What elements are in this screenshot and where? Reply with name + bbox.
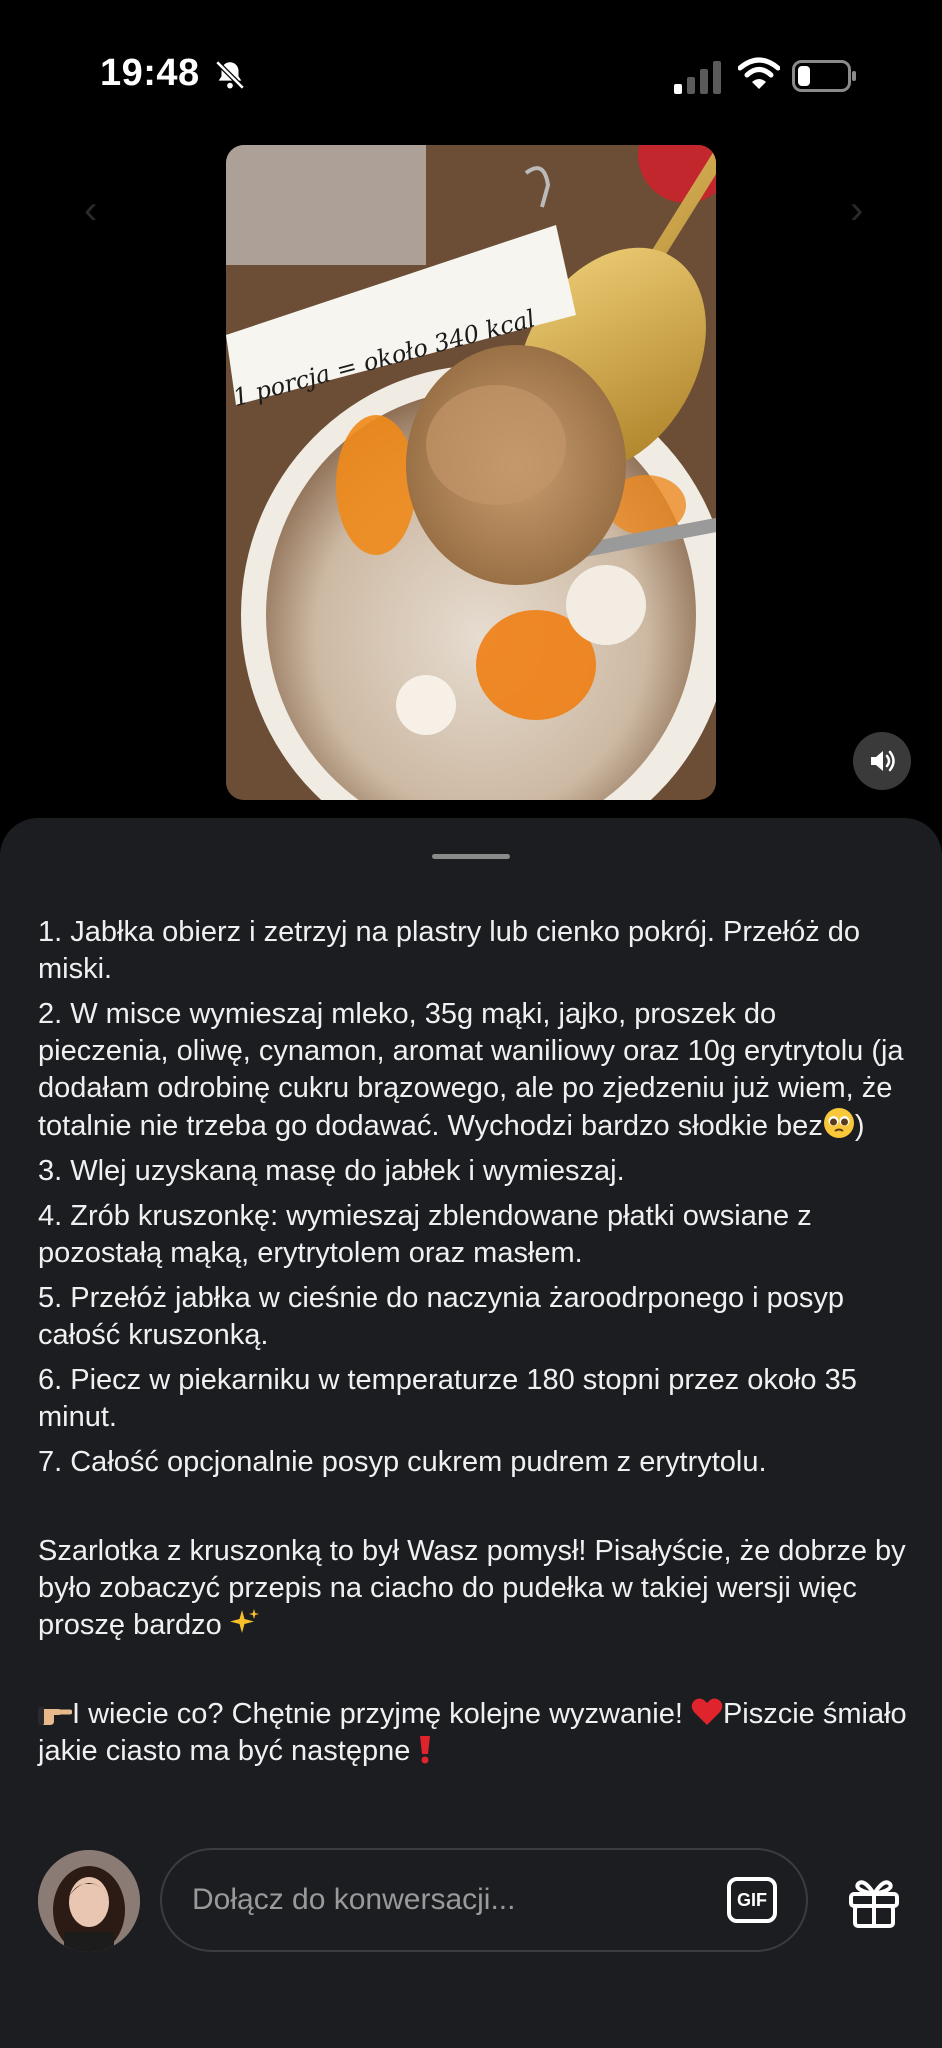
wifi-icon	[738, 57, 780, 89]
red-heart-emoji-icon	[691, 1698, 723, 1725]
status-bar: 19:48	[0, 0, 942, 150]
user-avatar[interactable]	[38, 1850, 140, 1952]
caption-text: 1. Jabłka obierz i zetrzyj na plastry lu…	[38, 914, 908, 1778]
video-frame-image	[226, 145, 716, 800]
recipe-step: 4. Zrób kruszonkę: wymieszaj zblendowane…	[38, 1200, 812, 1269]
recipe-step: 5. Przełóż jabłka w cieśnie do naczynia …	[38, 1282, 845, 1351]
caption-paragraph: Szarlotka z kruszonką to był Wasz pomysł…	[38, 1533, 908, 1644]
pointing-hand-emoji-icon	[38, 1707, 72, 1725]
pleading-face-emoji-icon	[823, 1108, 854, 1138]
caption-paragraph-text: Szarlotka z kruszonką to był Wasz pomysł…	[38, 1535, 906, 1641]
sound-button[interactable]	[853, 732, 911, 790]
caption-paragraph-text: I wiecie co? Chętnie przyjmę kolejne wyz…	[72, 1698, 683, 1730]
recipe-step-text: 2. W misce wymieszaj mleko, 35g mąki, ja…	[38, 998, 904, 1142]
reel-video[interactable]: 1 porcja = około 340 kcal	[226, 145, 716, 800]
recipe-step: 3. Wlej uzyskaną masę do jabłek i wymies…	[38, 1155, 625, 1187]
battery-icon	[792, 60, 856, 92]
speaker-icon	[871, 750, 895, 772]
next-arrow-icon[interactable]: ›	[850, 188, 863, 233]
recipe-step: 1. Jabłka obierz i zetrzyj na plastry lu…	[38, 916, 861, 985]
recipe-step: 7. Całość opcjonalnie posyp cukrem pudre…	[38, 1446, 767, 1478]
comment-placeholder: Dołącz do konwersacji...	[192, 1883, 516, 1916]
gift-icon[interactable]	[846, 1874, 902, 1930]
exclamation-emoji-icon	[420, 1736, 431, 1764]
status-time: 19:48	[100, 52, 200, 94]
sparkles-emoji-icon	[229, 1609, 259, 1633]
recipe-step-suffix: )	[854, 1110, 865, 1142]
comment-input[interactable]: Dołącz do konwersacji... GIF	[160, 1848, 808, 1952]
bell-slash-icon	[215, 60, 245, 90]
signal-icon	[674, 61, 721, 94]
caption-paragraph: I wiecie co? Chętnie przyjmę kolejne wyz…	[38, 1696, 908, 1770]
previous-arrow-icon[interactable]: ‹	[84, 188, 97, 233]
recipe-step: 6. Piecz w piekarniku w temperaturze 180…	[38, 1364, 857, 1433]
avatar-image	[38, 1850, 140, 1952]
recipe-step: 2. W misce wymieszaj mleko, 35g mąki, ja…	[38, 996, 908, 1145]
sheet-drag-handle[interactable]	[432, 854, 510, 859]
gif-button[interactable]: GIF	[727, 1877, 777, 1923]
